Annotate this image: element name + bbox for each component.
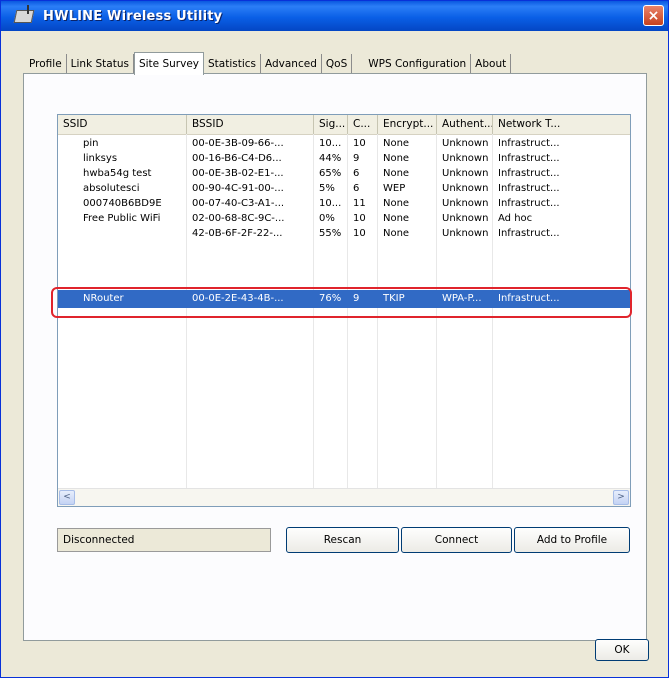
- column-header-network-type[interactable]: Network T...: [493, 115, 630, 134]
- cell-encryption: None: [383, 168, 410, 179]
- cell-signal: 55%: [319, 228, 342, 239]
- network-row[interactable]: 42-0B-6F-2F-22-... 55% 10 None Unknown I…: [58, 227, 630, 241]
- cell-signal: 0%: [319, 213, 335, 224]
- cell-authentication: WPA-P...: [442, 293, 482, 304]
- cell-channel: 10: [353, 228, 366, 239]
- cell-bssid: 00-07-40-C3-A1-...: [192, 198, 285, 209]
- cell-authentication: Unknown: [442, 198, 489, 209]
- cell-bssid: 00-16-B6-C4-D6...: [192, 153, 282, 164]
- cell-channel: 6: [353, 168, 360, 179]
- title-bar[interactable]: HWLINE Wireless Utility ×: [1, 1, 668, 31]
- wireless-utility-window: HWLINE Wireless Utility × Profile Link S…: [0, 0, 669, 678]
- wireless-card-icon: [13, 5, 35, 24]
- scroll-right-icon[interactable]: >: [613, 490, 629, 505]
- site-survey-list[interactable]: SSID BSSID Sig... C... Encrypt... Authen…: [57, 114, 631, 507]
- connect-button[interactable]: Connect: [401, 527, 512, 553]
- cell-bssid: 02-00-68-8C-9C-...: [192, 213, 285, 224]
- cell-authentication: Unknown: [442, 153, 489, 164]
- cell-encryption: None: [383, 213, 410, 224]
- column-header-signal[interactable]: Sig...: [314, 115, 348, 134]
- cell-encryption: None: [383, 138, 410, 149]
- network-row[interactable]: linksys 00-16-B6-C4-D6... 44% 9 None Unk…: [58, 152, 630, 166]
- tab-qos[interactable]: QoS: [322, 54, 353, 74]
- cell-encryption: None: [383, 228, 410, 239]
- tab-bar: Profile Link Status Site Survey Statisti…: [25, 50, 512, 75]
- cell-ssid: linksys: [83, 153, 118, 164]
- horizontal-scrollbar[interactable]: < >: [58, 488, 630, 506]
- column-header-bssid[interactable]: BSSID: [187, 115, 314, 134]
- cell-authentication: Unknown: [442, 138, 489, 149]
- cell-ssid: pin: [83, 138, 99, 149]
- cell-encryption: None: [383, 153, 410, 164]
- cell-network-type: Infrastruct...: [498, 198, 560, 209]
- cell-network-type: Infrastruct...: [498, 293, 560, 304]
- cell-ssid: hwba54g test: [83, 168, 152, 179]
- rescan-button[interactable]: Rescan: [286, 527, 399, 553]
- cell-encryption: WEP: [383, 183, 406, 194]
- cell-ssid: NRouter: [83, 293, 124, 304]
- window-title: HWLINE Wireless Utility: [43, 8, 223, 24]
- tab-profile[interactable]: Profile: [25, 54, 67, 74]
- cell-network-type: Infrastruct...: [498, 168, 560, 179]
- cell-network-type: Infrastruct...: [498, 183, 560, 194]
- column-header-encryption[interactable]: Encrypt...: [378, 115, 437, 134]
- cell-bssid: 42-0B-6F-2F-22-...: [192, 228, 283, 239]
- add-to-profile-button[interactable]: Add to Profile: [514, 527, 630, 553]
- cell-signal: 10...: [319, 138, 342, 149]
- cell-network-type: Infrastruct...: [498, 153, 560, 164]
- ok-button[interactable]: OK: [595, 639, 649, 661]
- cell-authentication: Unknown: [442, 183, 489, 194]
- cell-channel: 9: [353, 153, 360, 164]
- tab-link-status[interactable]: Link Status: [67, 54, 134, 74]
- cell-signal: 5%: [319, 183, 335, 194]
- network-row[interactable]: pin 00-0E-3B-09-66-... 10... 10 None Unk…: [58, 137, 630, 151]
- cell-ssid: [58, 227, 187, 241]
- tab-about[interactable]: About: [471, 54, 512, 74]
- cell-authentication: Unknown: [442, 168, 489, 179]
- connection-status: Disconnected: [57, 528, 271, 552]
- cell-authentication: Unknown: [442, 228, 489, 239]
- network-row[interactable]: hwba54g test 00-0E-3B-02-E1-... 65% 6 No…: [58, 167, 630, 181]
- cell-channel: 9: [353, 293, 360, 304]
- cell-bssid: 00-0E-3B-09-66-...: [192, 138, 284, 149]
- cell-signal: 44%: [319, 153, 342, 164]
- cell-signal: 65%: [319, 168, 342, 179]
- tab-wps-configuration[interactable]: WPS Configuration: [364, 54, 472, 74]
- cell-bssid: 00-0E-3B-02-E1-...: [192, 168, 284, 179]
- cell-bssid: 00-90-4C-91-00-...: [192, 183, 284, 194]
- network-row[interactable]: absolutesci 00-90-4C-91-00-... 5% 6 WEP …: [58, 182, 630, 196]
- cell-channel: 11: [353, 198, 366, 209]
- list-header: SSID BSSID Sig... C... Encrypt... Authen…: [58, 115, 630, 135]
- close-button[interactable]: ×: [643, 5, 664, 26]
- cell-network-type: Ad hoc: [498, 213, 533, 224]
- cell-signal: 76%: [319, 293, 342, 304]
- network-row[interactable]: 000740B6BD9E 00-07-40-C3-A1-... 10... 11…: [58, 197, 630, 211]
- cell-signal: 10...: [319, 198, 342, 209]
- scroll-left-icon[interactable]: <: [59, 490, 75, 505]
- cell-bssid: 00-0E-2E-43-4B-...: [192, 293, 284, 304]
- column-header-channel[interactable]: C...: [348, 115, 378, 134]
- network-row[interactable]: Free Public WiFi 02-00-68-8C-9C-... 0% 1…: [58, 212, 630, 226]
- cell-channel: 6: [353, 183, 360, 194]
- tab-site-survey[interactable]: Site Survey: [133, 52, 204, 75]
- column-header-ssid[interactable]: SSID: [58, 115, 187, 134]
- cell-network-type: Infrastruct...: [498, 138, 560, 149]
- cell-ssid: 000740B6BD9E: [83, 198, 162, 209]
- tab-statistics[interactable]: Statistics: [204, 54, 261, 74]
- cell-encryption: TKIP: [383, 293, 405, 304]
- tab-advanced[interactable]: Advanced: [261, 54, 322, 74]
- cell-network-type: Infrastruct...: [498, 228, 560, 239]
- cell-ssid: absolutesci: [83, 183, 140, 194]
- cell-channel: 10: [353, 213, 366, 224]
- cell-authentication: Unknown: [442, 213, 489, 224]
- column-header-authentication[interactable]: Authent...: [437, 115, 493, 134]
- cell-channel: 10: [353, 138, 366, 149]
- network-row-selected[interactable]: NRouter 00-0E-2E-43-4B-... 76% 9 TKIP WP…: [58, 290, 630, 308]
- cell-encryption: None: [383, 198, 410, 209]
- cell-ssid: Free Public WiFi: [83, 213, 161, 224]
